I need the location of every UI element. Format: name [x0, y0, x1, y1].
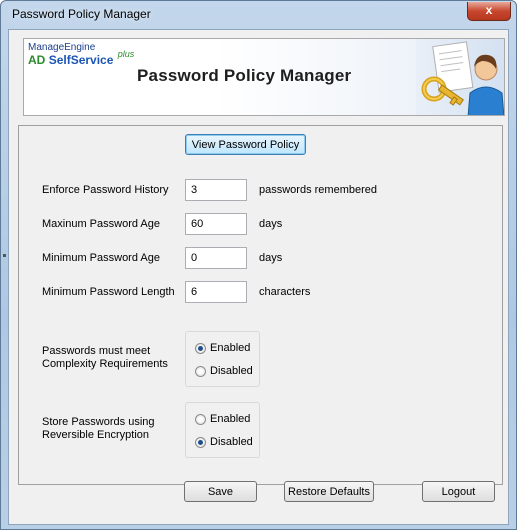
enforce-history-label: Enforce Password History: [42, 184, 169, 196]
complexity-disabled-label: Disabled: [210, 365, 253, 377]
max-age-unit: days: [259, 218, 283, 230]
encryption-label-line1: Store Passwords using: [42, 416, 155, 428]
title-bar[interactable]: Password Policy Manager x: [1, 1, 516, 29]
app-window: Password Policy Manager x ManageEngine A…: [0, 0, 517, 530]
header-banner: ManageEngine AD SelfService plus Passwor…: [23, 38, 505, 116]
enforce-history-field[interactable]: [185, 179, 247, 201]
brand-logo: AD SelfService plus: [28, 49, 134, 67]
logout-button[interactable]: Logout: [422, 481, 495, 502]
window-title: Password Policy Manager: [12, 7, 151, 21]
complexity-disabled-radio[interactable]: Disabled: [195, 365, 253, 377]
min-age-unit: days: [259, 252, 283, 264]
complexity-label-line1: Passwords must meet: [42, 345, 151, 357]
max-age-field[interactable]: [185, 213, 247, 235]
min-length-label: Minimum Password Length: [42, 286, 175, 298]
min-age-label: Minimum Password Age: [42, 252, 160, 264]
encryption-disabled-radio[interactable]: Disabled: [195, 436, 253, 448]
client-area: ManageEngine AD SelfService plus Passwor…: [8, 29, 509, 525]
restore-defaults-button[interactable]: Restore Defaults: [284, 481, 374, 502]
min-length-unit: characters: [259, 286, 311, 298]
complexity-label-line2: Complexity Requirements: [42, 358, 168, 370]
brand-plus: plus: [117, 49, 135, 59]
close-icon: x: [485, 3, 493, 17]
max-age-label: Maxinum Password Age: [42, 218, 160, 230]
save-button[interactable]: Save: [184, 481, 257, 502]
close-button[interactable]: x: [467, 2, 511, 21]
banner-title: Password Policy Manager: [137, 66, 352, 85]
key-and-user-icon: [416, 39, 504, 115]
encryption-enabled-radio[interactable]: Enabled: [195, 413, 250, 425]
policy-panel: View Password Policy Enforce Password Hi…: [18, 125, 503, 485]
radio-unchecked-icon[interactable]: [195, 413, 206, 425]
encryption-enabled-label: Enabled: [210, 413, 251, 425]
encryption-disabled-label: Disabled: [210, 436, 253, 448]
min-length-field[interactable]: [185, 281, 247, 303]
enforce-history-unit: passwords remembered: [259, 184, 377, 196]
min-age-field[interactable]: [185, 247, 247, 269]
brand-ad: AD: [28, 53, 46, 67]
resize-grip: [3, 254, 6, 257]
brand-vendor: ManageEngine: [28, 42, 96, 53]
encryption-label-line2: Reversible Encryption: [42, 429, 149, 441]
radio-checked-icon[interactable]: [195, 342, 206, 354]
view-password-policy-button[interactable]: View Password Policy: [185, 134, 306, 155]
radio-unchecked-icon[interactable]: [195, 365, 206, 377]
complexity-enabled-label: Enabled: [210, 342, 251, 354]
encryption-radio-group: Enabled Disabled: [185, 402, 260, 458]
brand-selfservice: SelfService: [48, 53, 114, 67]
complexity-enabled-radio[interactable]: Enabled: [195, 342, 250, 354]
radio-checked-icon[interactable]: [195, 436, 206, 448]
complexity-radio-group: Enabled Disabled: [185, 331, 260, 387]
